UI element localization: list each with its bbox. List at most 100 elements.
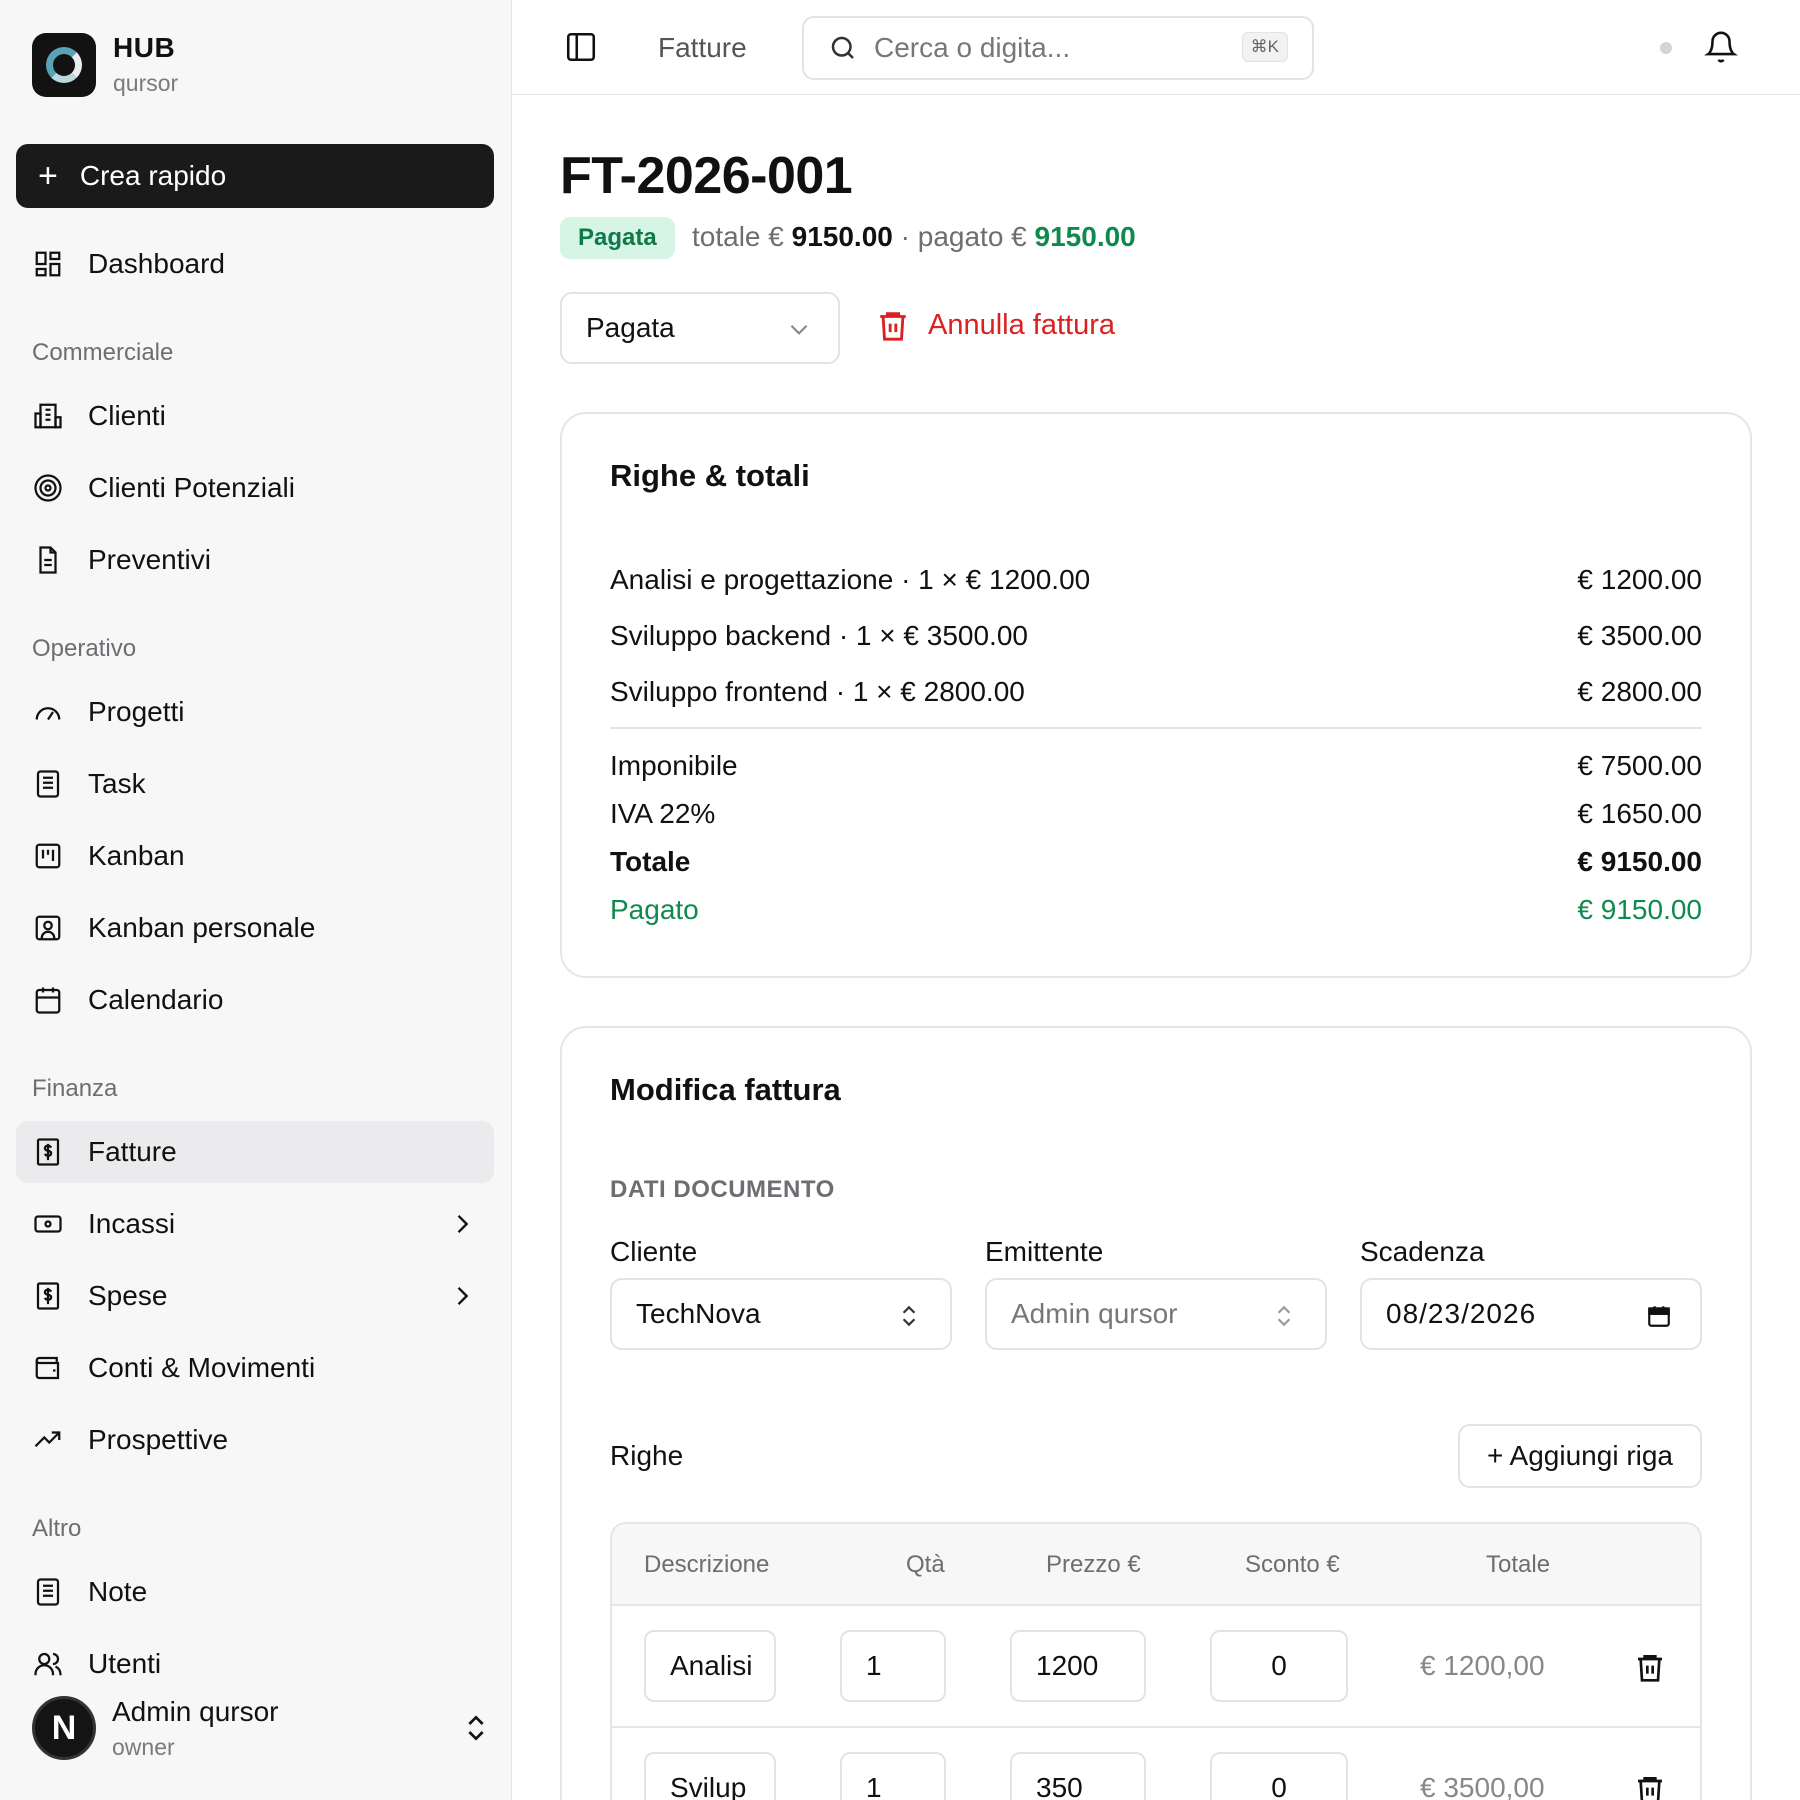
- section-altro: Altro: [32, 1515, 82, 1542]
- emittente-label: Emittente: [985, 1236, 1104, 1267]
- sidebar-item-incassi[interactable]: Incassi: [16, 1193, 494, 1255]
- avatar: N: [32, 1696, 96, 1760]
- discount-input[interactable]: 0: [1210, 1752, 1348, 1800]
- sidebar-item-preventivi[interactable]: Preventivi: [16, 529, 494, 591]
- sidebar-item-label: Kanban: [88, 840, 185, 871]
- sidebar-item-task[interactable]: Task: [16, 753, 494, 815]
- quick-create-button[interactable]: + Crea rapido: [16, 144, 494, 208]
- line-items-table: Descrizione Qtà Prezzo € Sconto € Totale…: [610, 1522, 1702, 1800]
- calendar-icon: [32, 984, 64, 1016]
- sidebar-item-calendario[interactable]: Calendario: [16, 969, 494, 1031]
- cancel-invoice-button[interactable]: Annulla fattura: [876, 308, 1115, 342]
- sidebar-item-label: Kanban personale: [88, 912, 316, 943]
- sidebar-item-fatture[interactable]: Fatture: [16, 1121, 494, 1183]
- column-header: Prezzo €: [1046, 1551, 1141, 1578]
- sidebar-item-spese[interactable]: Spese: [16, 1265, 494, 1327]
- price-input[interactable]: 1200: [1010, 1630, 1146, 1702]
- total-value: 9150.00: [791, 221, 893, 252]
- discount-input[interactable]: 0: [1210, 1630, 1348, 1702]
- scadenza-label: Scadenza: [1360, 1236, 1485, 1267]
- line-item: Sviluppo backend · 1 × € 3500.00 € 3500.…: [610, 620, 1702, 652]
- quick-create-label: Crea rapido: [79, 160, 227, 191]
- iva-label: IVA 22%: [610, 798, 716, 829]
- line-amount: € 2800.00: [1577, 676, 1702, 707]
- description-input[interactable]: Svilup: [644, 1752, 776, 1800]
- line-item: Sviluppo frontend · 1 × € 2800.00 € 2800…: [610, 676, 1702, 708]
- trash-icon[interactable]: [1634, 1772, 1666, 1800]
- sidebar-item-conti[interactable]: Conti & Movimenti: [16, 1337, 494, 1399]
- table-row: Svilup 1 350 0 € 3500,00: [612, 1728, 1700, 1800]
- user-menu[interactable]: N Admin qursor owner: [32, 1688, 492, 1768]
- shortcut-hint: ⌘K: [1241, 32, 1288, 62]
- page-title: FT-2026-001: [560, 147, 853, 205]
- sidebar-item-progetti[interactable]: Progetti: [16, 681, 494, 743]
- sidebar-item-dashboard[interactable]: Dashboard: [16, 233, 494, 295]
- status-dot: [1660, 42, 1672, 54]
- user-square-icon: [32, 912, 64, 944]
- search-icon: [831, 36, 854, 59]
- invoice-summary: totale € 9150.00 · pagato € 9150.00: [692, 221, 1136, 253]
- search-box[interactable]: ⌘K: [802, 16, 1314, 80]
- user-name: Admin qursor: [112, 1695, 279, 1727]
- bell-icon[interactable]: [1704, 30, 1738, 64]
- section-commerciale: Commerciale: [32, 339, 174, 366]
- sidebar-item-prospettive[interactable]: Prospettive: [16, 1409, 494, 1471]
- target-icon: [32, 472, 64, 504]
- sidebar-item-label: Clienti Potenziali: [88, 472, 295, 503]
- quantity-input[interactable]: 1: [840, 1630, 946, 1702]
- cliente-value: TechNova: [636, 1298, 761, 1329]
- sidebar-item-label: Preventivi: [88, 544, 211, 575]
- sidebar-item-label: Task: [88, 768, 146, 799]
- banknote-icon: [32, 1208, 64, 1240]
- add-row-button[interactable]: + Aggiungi riga: [1458, 1424, 1702, 1488]
- sidebar-item-label: Spese: [88, 1280, 168, 1311]
- sidebar-item-label: Prospettive: [88, 1424, 229, 1455]
- scadenza-value: 08/23/2026: [1386, 1298, 1537, 1329]
- paid-value: 9150.00: [1034, 221, 1136, 252]
- sidebar-item-kanban[interactable]: Kanban: [16, 825, 494, 887]
- calendar-icon[interactable]: [1646, 1302, 1672, 1330]
- total-label: totale €: [692, 221, 784, 252]
- column-header: Sconto €: [1245, 1551, 1340, 1578]
- status-select[interactable]: Pagata: [560, 292, 840, 364]
- brand[interactable]: HUB qursor: [32, 32, 178, 97]
- sidebar-item-clienti-potenziali[interactable]: Clienti Potenziali: [16, 457, 494, 519]
- user-role: owner: [112, 1733, 175, 1760]
- sidebar-item-kanban-personale[interactable]: Kanban personale: [16, 897, 494, 959]
- document-icon: [32, 544, 64, 576]
- gauge-icon: [32, 696, 64, 728]
- line-item: Analisi e progettazione · 1 × € 1200.00 …: [610, 564, 1702, 596]
- sidebar-item-label: Note: [88, 1576, 148, 1607]
- plus-icon: +: [38, 157, 58, 195]
- chevrons-up-down-icon: [902, 1305, 916, 1327]
- section-label: DATI DOCUMENTO: [610, 1176, 835, 1203]
- totale-value: € 9150.00: [1577, 846, 1702, 877]
- sidebar-toggle-icon[interactable]: [564, 30, 598, 64]
- line-description: Sviluppo backend · 1 × € 3500.00: [610, 620, 1028, 651]
- sidebar-item-note[interactable]: Note: [16, 1561, 494, 1623]
- brand-workspace: qursor: [113, 70, 179, 96]
- notebook-icon: [32, 1576, 64, 1608]
- price-input[interactable]: 350: [1010, 1752, 1146, 1800]
- card-title: Righe & totali: [610, 458, 810, 493]
- trending-up-icon: [32, 1424, 64, 1456]
- breadcrumb[interactable]: Fatture: [658, 32, 747, 64]
- sidebar-item-clienti[interactable]: Clienti: [16, 385, 494, 447]
- trash-icon[interactable]: [1634, 1650, 1666, 1684]
- scadenza-date-input[interactable]: 08/23/2026: [1360, 1278, 1702, 1350]
- invoice-icon: [32, 1136, 64, 1168]
- chevrons-up-down-icon: [468, 1715, 484, 1741]
- users-icon: [32, 1648, 64, 1680]
- emittente-select[interactable]: Admin qursor: [985, 1278, 1327, 1350]
- sidebar-item-label: Clienti: [88, 400, 166, 431]
- search-input[interactable]: [874, 32, 1204, 64]
- cliente-select[interactable]: TechNova: [610, 1278, 952, 1350]
- quantity-input[interactable]: 1: [840, 1752, 946, 1800]
- trash-icon: [880, 312, 906, 341]
- building-icon: [32, 400, 64, 432]
- iva-row: IVA 22% € 1650.00: [610, 798, 1702, 830]
- description-input[interactable]: Analisi: [644, 1630, 776, 1702]
- sidebar-item-utenti[interactable]: Utenti: [16, 1633, 494, 1695]
- table-row: Analisi 1 1200 0 € 1200,00: [612, 1606, 1700, 1728]
- cancel-invoice-label: Annulla fattura: [928, 308, 1116, 341]
